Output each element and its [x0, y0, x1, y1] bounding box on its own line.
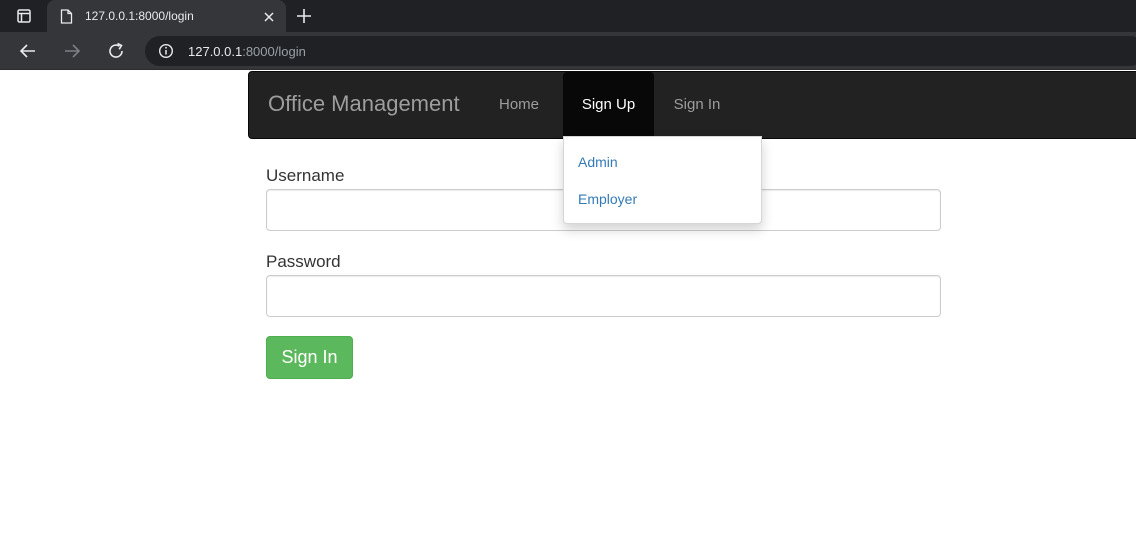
info-icon[interactable]: [158, 43, 174, 59]
navbar: Office Management Home Sign Up Sign In: [248, 71, 1136, 139]
nav-signin-link[interactable]: Sign In: [663, 72, 731, 138]
tab-actions-icon[interactable]: [12, 7, 36, 25]
forward-arrow-icon[interactable]: [62, 41, 82, 61]
browser-tab[interactable]: 127.0.0.1:8000/login: [47, 0, 286, 32]
browser-tabstrip: 127.0.0.1:8000/login: [0, 0, 1136, 32]
username-label: Username: [266, 166, 345, 185]
dropdown-item-admin[interactable]: Admin: [578, 154, 618, 170]
browser-toolbar: 127.0.0.1:8000/login: [0, 32, 1136, 70]
signup-dropdown-menu: Admin Employer: [563, 136, 762, 224]
sign-in-button[interactable]: Sign In: [266, 336, 353, 379]
tab-title: 127.0.0.1:8000/login: [85, 9, 194, 23]
password-label: Password: [266, 252, 341, 271]
dropdown-item-employer[interactable]: Employer: [578, 191, 637, 207]
close-icon[interactable]: [263, 10, 275, 22]
back-arrow-icon[interactable]: [18, 41, 38, 61]
plus-icon[interactable]: [296, 8, 312, 24]
password-input[interactable]: [266, 275, 941, 317]
url-text: 127.0.0.1:8000/login: [188, 44, 306, 59]
reload-icon[interactable]: [106, 41, 126, 61]
nav-home-link[interactable]: Home: [489, 72, 549, 138]
page-icon: [60, 9, 73, 24]
url-host: 127.0.0.1: [188, 44, 243, 59]
url-path: :8000/login: [242, 44, 306, 59]
address-bar[interactable]: 127.0.0.1:8000/login: [145, 36, 1136, 66]
nav-signup-link[interactable]: Sign Up: [563, 72, 654, 138]
navbar-brand[interactable]: Office Management: [268, 91, 460, 117]
